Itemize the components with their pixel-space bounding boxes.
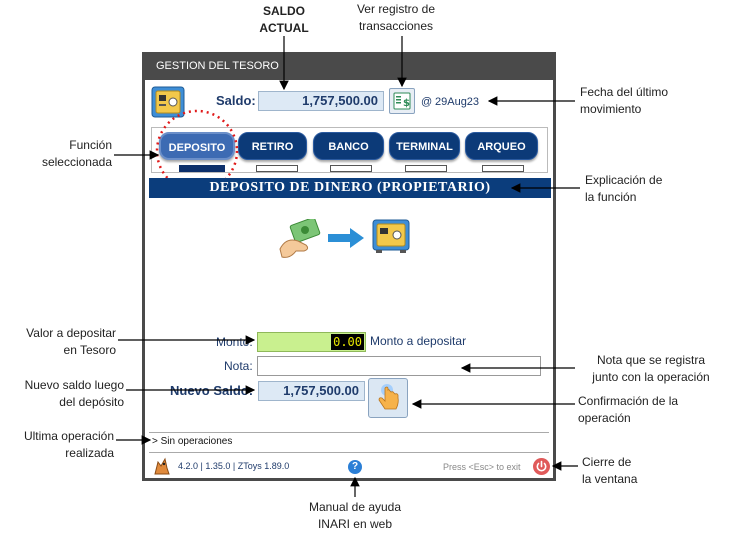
annotation-arrows xyxy=(114,36,580,497)
